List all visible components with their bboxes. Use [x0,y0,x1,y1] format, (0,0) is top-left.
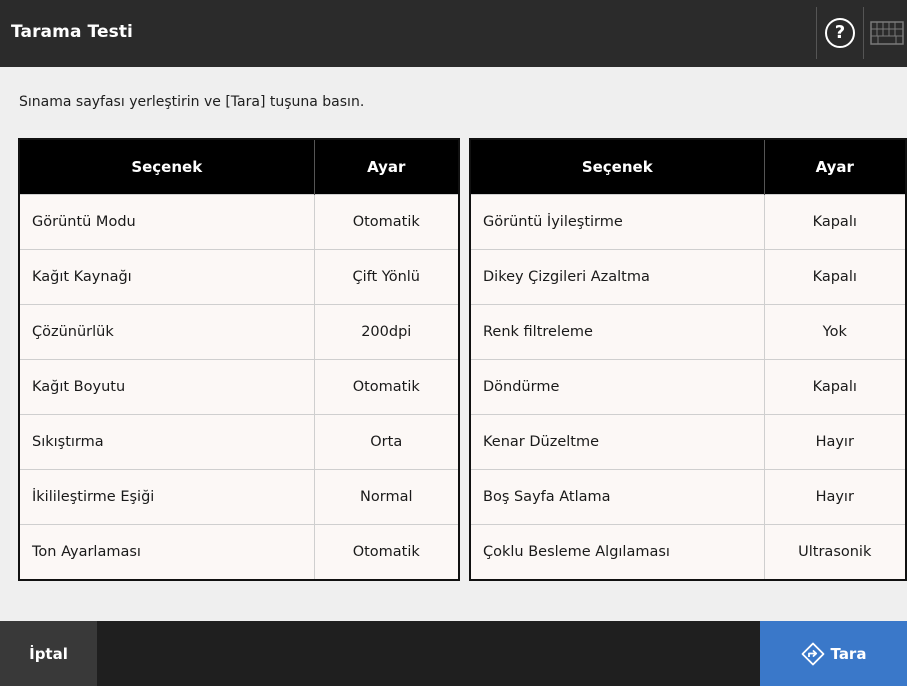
option-value: Orta [313,414,459,470]
option-value: 200dpi [313,304,459,360]
table-row: Dikey Çizgileri Azaltma Kapalı [470,249,906,305]
option-name: Çözünürlük [19,304,314,360]
cancel-button-label: İptal [29,644,68,663]
table-row: Döndürme Kapalı [470,359,906,415]
column-header-option: Seçenek [19,139,314,195]
options-table-right: Seçenek Ayar Görüntü İyileştirme Kapalı D… [469,138,907,581]
scan-button[interactable]: Tara [760,621,907,686]
option-value: Otomatik [313,524,459,580]
table-row: Çözünürlük 200dpi [19,304,459,360]
option-value: Yok [763,304,906,360]
cancel-button[interactable]: İptal [0,621,97,686]
table-row: Boş Sayfa Atlama Hayır [470,469,906,525]
footer-bar: İptal Tara [0,621,907,686]
diamond-arrow-icon [801,642,824,665]
option-name: Renk filtreleme [470,304,764,360]
table-row: İkilileştirme Eşiği Normal [19,469,459,525]
option-name: Dikey Çizgileri Azaltma [470,249,764,305]
option-value: Hayır [763,469,906,525]
option-value: Hayır [763,414,906,470]
scan-button-label: Tara [830,644,867,663]
option-value: Kapalı [763,359,906,415]
table-row: Sıkıştırma Orta [19,414,459,470]
table-row: Kenar Düzeltme Hayır [470,414,906,470]
option-name: Döndürme [470,359,764,415]
option-name: Kenar Düzeltme [470,414,764,470]
option-value: Otomatik [313,359,459,415]
option-name: Çoklu Besleme Algılaması [470,524,764,580]
table-header-row: Seçenek Ayar [19,139,459,195]
table-row: Ton Ayarlaması Otomatik [19,524,459,580]
table-row: Görüntü Modu Otomatik [19,194,459,250]
option-name: İkilileştirme Eşiği [19,469,314,525]
instruction-text: Sınama sayfası yerleştirin ve [Tara] tuş… [19,94,365,110]
option-value: Çift Yönlü [313,249,459,305]
table-row: Çoklu Besleme Algılaması Ultrasonik [470,524,906,580]
option-name: Görüntü Modu [19,194,314,250]
keyboard-button[interactable] [866,7,907,59]
option-name: Kağıt Kaynağı [19,249,314,305]
option-value: Kapalı [763,249,906,305]
help-icon: ? [825,18,855,48]
option-value: Otomatik [313,194,459,250]
table-row: Görüntü İyileştirme Kapalı [470,194,906,250]
page-title: Tarama Testi [11,22,133,42]
option-value: Normal [313,469,459,525]
help-button[interactable]: ? [816,7,864,59]
option-value: Ultrasonik [763,524,906,580]
option-name: Kağıt Boyutu [19,359,314,415]
column-header-setting: Ayar [763,139,906,195]
table-row: Kağıt Boyutu Otomatik [19,359,459,415]
option-name: Sıkıştırma [19,414,314,470]
table-row: Kağıt Kaynağı Çift Yönlü [19,249,459,305]
table-row: Renk filtreleme Yok [470,304,906,360]
keyboard-icon [870,21,904,45]
header-bar: Tarama Testi ? [0,0,907,67]
column-header-setting: Ayar [313,139,459,195]
option-value: Kapalı [763,194,906,250]
option-name: Görüntü İyileştirme [470,194,764,250]
option-name: Boş Sayfa Atlama [470,469,764,525]
option-name: Ton Ayarlaması [19,524,314,580]
column-header-option: Seçenek [470,139,764,195]
options-table-left: Seçenek Ayar Görüntü Modu Otomatik Kağıt … [18,138,460,581]
table-header-row: Seçenek Ayar [470,139,906,195]
